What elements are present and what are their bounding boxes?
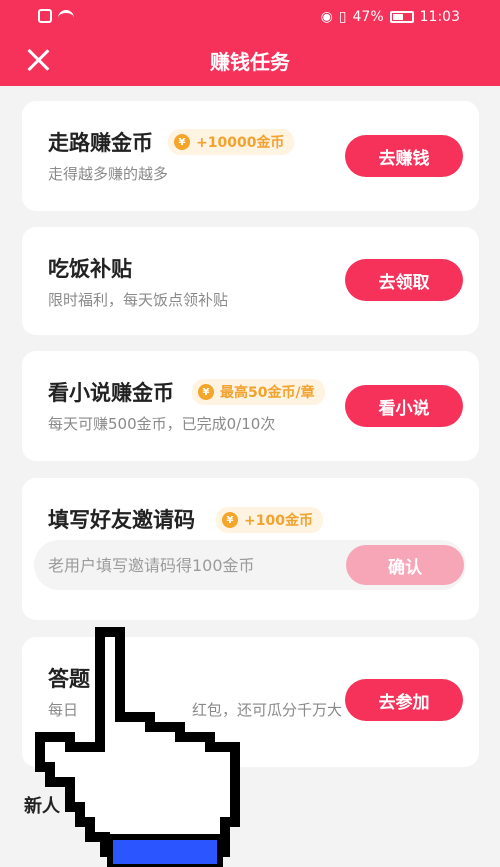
- wifi-icon: [58, 10, 74, 22]
- status-right: ◉ ▯ 47% 11:03: [321, 9, 460, 25]
- status-bar: ◉ ▯ 47% 11:03: [0, 0, 500, 34]
- vibrate-icon: ▯: [338, 9, 347, 25]
- task-card-novel: 看小说赚金币 ¥ 最高50金币/章 每天可赚500金币，已完成0/10次 看小说: [22, 351, 479, 461]
- join-button[interactable]: 去参加: [345, 679, 463, 721]
- invite-code-input[interactable]: [34, 540, 334, 590]
- nav-bar: 赚钱任务: [0, 34, 500, 86]
- confirm-button[interactable]: 确认: [346, 545, 464, 585]
- task-title: 答题: [48, 667, 90, 691]
- reward-text: +10000金币: [196, 135, 285, 151]
- invite-input-row: 确认: [34, 540, 466, 590]
- task-title: 吃饭补贴: [48, 257, 132, 281]
- task-desc: 每天可赚500金币，已完成0/10次: [48, 415, 276, 433]
- task-card-quiz: 答题 每日 红包，还可瓜分千万大 去参加: [22, 637, 479, 767]
- task-title: 填写好友邀请码: [48, 508, 195, 532]
- task-desc: 限时福利，每天饭点领补贴: [48, 291, 229, 309]
- task-desc: 每日: [48, 701, 79, 719]
- battery-icon: [389, 11, 414, 23]
- status-left: [38, 9, 74, 23]
- task-card-meal: 吃饭补贴 限时福利，每天饭点领补贴 去领取: [22, 227, 479, 335]
- task-desc: 走得越多赚的越多: [48, 165, 169, 183]
- reward-badge: ¥ 最高50金币/章: [192, 379, 325, 405]
- battery-percent: 47%: [352, 9, 384, 25]
- page-title: 赚钱任务: [210, 50, 290, 74]
- task-desc-2: 红包，还可瓜分千万大: [192, 701, 343, 719]
- go-earn-button[interactable]: 去赚钱: [345, 135, 463, 177]
- claim-button[interactable]: 去领取: [345, 259, 463, 301]
- task-title: 看小说赚金币: [48, 381, 174, 405]
- section-title: 新人: [24, 796, 60, 817]
- status-time: 11:03: [419, 9, 460, 25]
- task-title: 走路赚金币: [48, 131, 153, 155]
- reward-text: +100金币: [244, 513, 313, 529]
- reward-badge: ¥ +10000金币: [168, 129, 295, 155]
- coin-icon: ¥: [174, 134, 190, 150]
- sim-icon: [38, 9, 52, 23]
- reward-text: 最高50金币/章: [220, 385, 315, 401]
- task-card-invite: 填写好友邀请码 ¥ +100金币 确认: [22, 478, 479, 620]
- read-novel-button[interactable]: 看小说: [345, 385, 463, 427]
- coin-icon: ¥: [222, 512, 238, 528]
- task-card-walk: 走路赚金币 ¥ +10000金币 走得越多赚的越多 去赚钱: [22, 101, 479, 211]
- reward-badge: ¥ +100金币: [216, 507, 323, 533]
- eye-icon: ◉: [320, 9, 333, 25]
- coin-icon: ¥: [198, 384, 214, 400]
